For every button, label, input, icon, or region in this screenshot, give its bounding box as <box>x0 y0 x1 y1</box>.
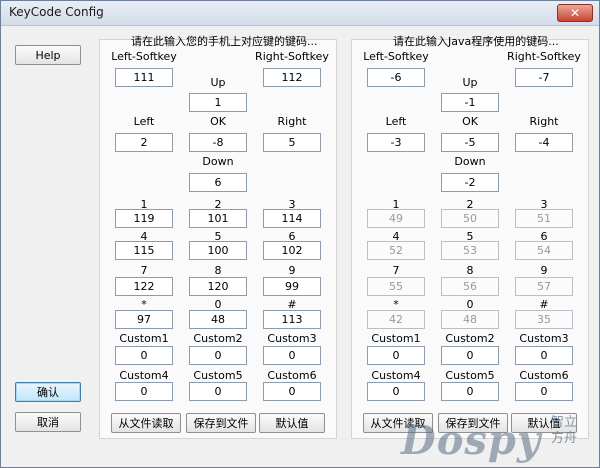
keycode-config-window: KeyCode Config ✕ Help 确认 取消 请在此输入您的手机上对应… <box>0 0 600 468</box>
phone-right-softkey-label: Right-Softkey <box>255 50 329 63</box>
java-key-input[interactable]: 0 <box>441 382 499 401</box>
java-down-input[interactable]: -2 <box>441 173 499 192</box>
phone-down-label: Down <box>202 155 234 168</box>
phone-key-label: Custom5 <box>193 369 243 382</box>
phone-key-input[interactable]: 48 <box>189 310 247 329</box>
java-key-label: 8 <box>466 264 474 277</box>
java-right-input[interactable]: -4 <box>515 133 573 152</box>
java-down-label: Down <box>454 155 486 168</box>
java-key-label: Custom6 <box>519 369 569 382</box>
java-key-label: 9 <box>540 264 548 277</box>
phone-right-label: Right <box>277 115 307 128</box>
java-ok-label: OK <box>462 115 478 128</box>
java-left-input[interactable]: -3 <box>367 133 425 152</box>
java-key-input[interactable]: 0 <box>367 382 425 401</box>
phone-key-label: Custom3 <box>267 332 317 345</box>
java-key-input: 56 <box>441 277 499 296</box>
java-key-input[interactable]: 0 <box>515 382 573 401</box>
phone-key-input[interactable]: 0 <box>115 382 173 401</box>
java-key-input: 42 <box>367 310 425 329</box>
phone-panel-header: 请在此输入您的手机上对应键的键码... <box>131 35 318 48</box>
phone-save-to-file-button[interactable]: 保存到文件 <box>186 413 256 433</box>
phone-down-input[interactable]: 6 <box>189 173 247 192</box>
window-title: KeyCode Config <box>9 5 104 19</box>
phone-key-input[interactable]: 0 <box>263 346 321 365</box>
java-key-input[interactable]: 0 <box>515 346 573 365</box>
java-left-softkey-input[interactable]: -6 <box>367 68 425 87</box>
phone-left-label: Left <box>133 115 155 128</box>
java-up-label: Up <box>462 76 478 89</box>
java-key-input: 35 <box>515 310 573 329</box>
java-left-label: Left <box>385 115 407 128</box>
phone-key-input[interactable]: 99 <box>263 277 321 296</box>
java-ok-input[interactable]: -5 <box>441 133 499 152</box>
phone-key-input[interactable]: 100 <box>189 241 247 260</box>
java-key-input: 50 <box>441 209 499 228</box>
java-right-softkey-input[interactable]: -7 <box>515 68 573 87</box>
phone-ok-input[interactable]: -8 <box>189 133 247 152</box>
phone-left-input[interactable]: 2 <box>115 133 173 152</box>
watermark-sub1: 智立 <box>551 415 578 430</box>
phone-load-from-file-button[interactable]: 从文件读取 <box>111 413 181 433</box>
java-key-input: 54 <box>515 241 573 260</box>
phone-right-softkey-input[interactable]: 112 <box>263 68 321 87</box>
phone-key-label: Custom6 <box>267 369 317 382</box>
phone-key-input[interactable]: 0 <box>189 382 247 401</box>
java-key-input: 53 <box>441 241 499 260</box>
java-right-softkey-label: Right-Softkey <box>507 50 581 63</box>
java-key-input: 48 <box>441 310 499 329</box>
confirm-button[interactable]: 确认 <box>15 382 81 402</box>
phone-ok-label: OK <box>210 115 226 128</box>
phone-key-input[interactable]: 114 <box>263 209 321 228</box>
watermark-sub2: 方舟 <box>551 431 578 446</box>
phone-key-input[interactable]: 102 <box>263 241 321 260</box>
java-up-input[interactable]: -1 <box>441 93 499 112</box>
phone-left-softkey-input[interactable]: 111 <box>115 68 173 87</box>
cancel-button[interactable]: 取消 <box>15 412 81 432</box>
phone-key-input[interactable]: 97 <box>115 310 173 329</box>
java-key-input: 55 <box>367 277 425 296</box>
phone-key-label: Custom2 <box>193 332 243 345</box>
phone-key-label: 7 <box>140 264 148 277</box>
phone-key-label: 8 <box>214 264 222 277</box>
phone-key-label: 9 <box>288 264 296 277</box>
java-key-input: 57 <box>515 277 573 296</box>
java-panel-header: 请在此输入Java程序使用的键码... <box>393 35 559 48</box>
java-key-label: 7 <box>392 264 400 277</box>
java-left-softkey-label: Left-Softkey <box>363 50 429 63</box>
phone-key-label: Custom4 <box>119 369 169 382</box>
phone-key-input[interactable]: 120 <box>189 277 247 296</box>
phone-key-label: Custom1 <box>119 332 169 345</box>
title-bar: KeyCode Config ✕ <box>1 1 599 26</box>
phone-right-input[interactable]: 5 <box>263 133 321 152</box>
phone-key-input[interactable]: 0 <box>115 346 173 365</box>
phone-default-values-button[interactable]: 默认值 <box>259 413 325 433</box>
java-key-label: Custom3 <box>519 332 569 345</box>
phone-key-input[interactable]: 113 <box>263 310 321 329</box>
phone-key-input[interactable]: 122 <box>115 277 173 296</box>
phone-key-input[interactable]: 101 <box>189 209 247 228</box>
java-key-label: Custom2 <box>445 332 495 345</box>
phone-left-softkey-label: Left-Softkey <box>111 50 177 63</box>
watermark-subtext: 智立 方舟 <box>551 415 577 447</box>
phone-key-input[interactable]: 119 <box>115 209 173 228</box>
java-key-input[interactable]: 0 <box>441 346 499 365</box>
phone-key-input[interactable]: 115 <box>115 241 173 260</box>
close-button[interactable]: ✕ <box>557 4 593 22</box>
close-icon: ✕ <box>569 6 581 20</box>
phone-key-input[interactable]: 0 <box>189 346 247 365</box>
java-key-label: Custom4 <box>371 369 421 382</box>
phone-key-input[interactable]: 0 <box>263 382 321 401</box>
java-key-input[interactable]: 0 <box>367 346 425 365</box>
java-key-label: Custom1 <box>371 332 421 345</box>
phone-up-label: Up <box>210 76 226 89</box>
help-button[interactable]: Help <box>15 45 81 65</box>
dospy-watermark: Dospy <box>401 417 542 464</box>
java-key-input: 52 <box>367 241 425 260</box>
java-key-input: 51 <box>515 209 573 228</box>
phone-up-input[interactable]: 1 <box>189 93 247 112</box>
java-right-label: Right <box>529 115 559 128</box>
java-key-input: 49 <box>367 209 425 228</box>
java-key-label: Custom5 <box>445 369 495 382</box>
